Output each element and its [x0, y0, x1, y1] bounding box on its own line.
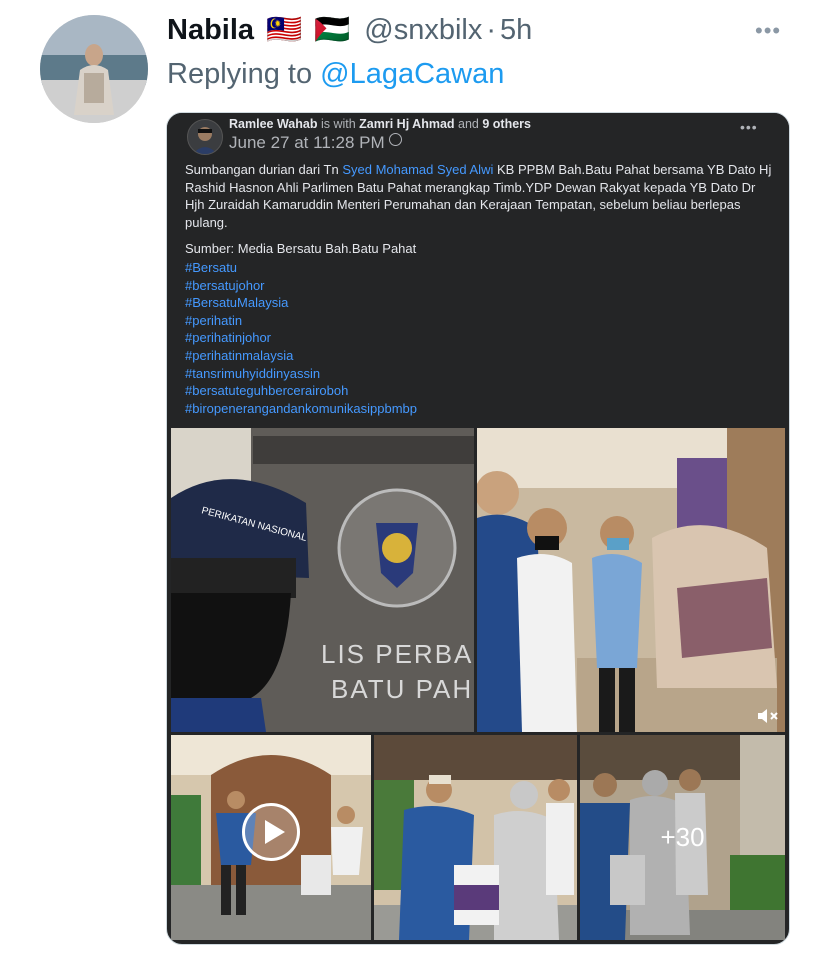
- hashtag: #biropenerangandankomunikasippbmbp: [185, 400, 418, 416]
- attached-image[interactable]: Ramlee Wahab is with Zamri Hj Ahmad and …: [166, 112, 790, 945]
- fb-author-line: Ramlee Wahab is with Zamri Hj Ahmad and …: [229, 117, 531, 131]
- fb-video-thumbnail: [171, 735, 371, 940]
- facebook-post: Ramlee Wahab is with Zamri Hj Ahmad and …: [167, 113, 789, 429]
- hashtag: #BersatuMalaysia: [185, 295, 289, 311]
- fb-author-avatar: [187, 119, 223, 155]
- reply-prefix: Replying to: [167, 58, 313, 90]
- sign-text-line-1: LIS PERBAN: [321, 639, 474, 669]
- fb-date-text: June 27 at 11:28 PM: [229, 133, 385, 152]
- fb-post-body: Sumbangan durian dari Tn Syed Mohamad Sy…: [185, 161, 775, 231]
- globe-icon: [388, 133, 402, 146]
- fb-post-date: June 27 at 11:28 PM: [229, 133, 402, 153]
- fb-body-text-1: Sumbangan durian dari Tn: [185, 162, 339, 177]
- hashtag: #tansrimuhyiddinyassin: [185, 365, 321, 381]
- fb-hashtag-list: #Bersatu #bersatujohor #BersatuMalaysia …: [185, 259, 417, 417]
- display-name[interactable]: Nabila: [167, 14, 254, 47]
- fb-source-line: Sumber: Media Bersatu Bah.Batu Pahat: [185, 241, 417, 256]
- hashtag: #bersatujohor: [185, 277, 265, 293]
- hashtag: #bersatuteguhbercerairoboh: [185, 383, 349, 399]
- fb-photo-corridor: [477, 428, 785, 732]
- speaker-mute-icon: [757, 708, 779, 724]
- fb-photo-more: +30: [580, 735, 785, 940]
- fb-more-dots-icon: •••: [740, 119, 758, 135]
- profile-avatar[interactable]: [40, 15, 148, 123]
- fb-photo-selfie-sign: LIS PERBAN BATU PAH PERIKATAN NASIONAL: [171, 428, 474, 732]
- fb-others: 9 others: [482, 117, 532, 131]
- fb-photo-handover: [374, 735, 577, 940]
- fb-tagged-person: Zamri Hj Ahmad: [359, 117, 455, 131]
- play-button-icon: [242, 803, 300, 861]
- palestine-flag-icon: 🇵🇸: [314, 14, 351, 46]
- hashtag: #Bersatu: [185, 260, 238, 275]
- tweet-time[interactable]: 5h: [500, 14, 532, 47]
- user-handle[interactable]: @snxbilx: [364, 14, 482, 47]
- fb-with-text: is with: [320, 117, 356, 131]
- tweet-header: Nabila 🇲🇾 🇵🇸 @snxbilx · 5h: [167, 10, 532, 50]
- reply-context: Replying to @LagaCawan: [167, 58, 504, 91]
- more-dots-icon[interactable]: •••: [755, 18, 781, 44]
- fb-and-text: and: [458, 117, 479, 131]
- hashtag: #perihatinmalaysia: [185, 347, 294, 363]
- fb-author-name: Ramlee Wahab: [229, 117, 318, 131]
- malaysia-flag-icon: 🇲🇾: [266, 14, 303, 46]
- hashtag: #perihatin: [185, 312, 243, 328]
- sign-text-line-2: BATU PAH: [331, 674, 473, 704]
- more-photos-count: +30: [580, 735, 785, 940]
- fb-mention: Syed Mohamad Syed Alwi: [342, 162, 494, 177]
- hashtag: #perihatinjohor: [185, 330, 272, 346]
- reply-handle-link[interactable]: @LagaCawan: [320, 58, 504, 90]
- separator-dot: ·: [486, 13, 497, 46]
